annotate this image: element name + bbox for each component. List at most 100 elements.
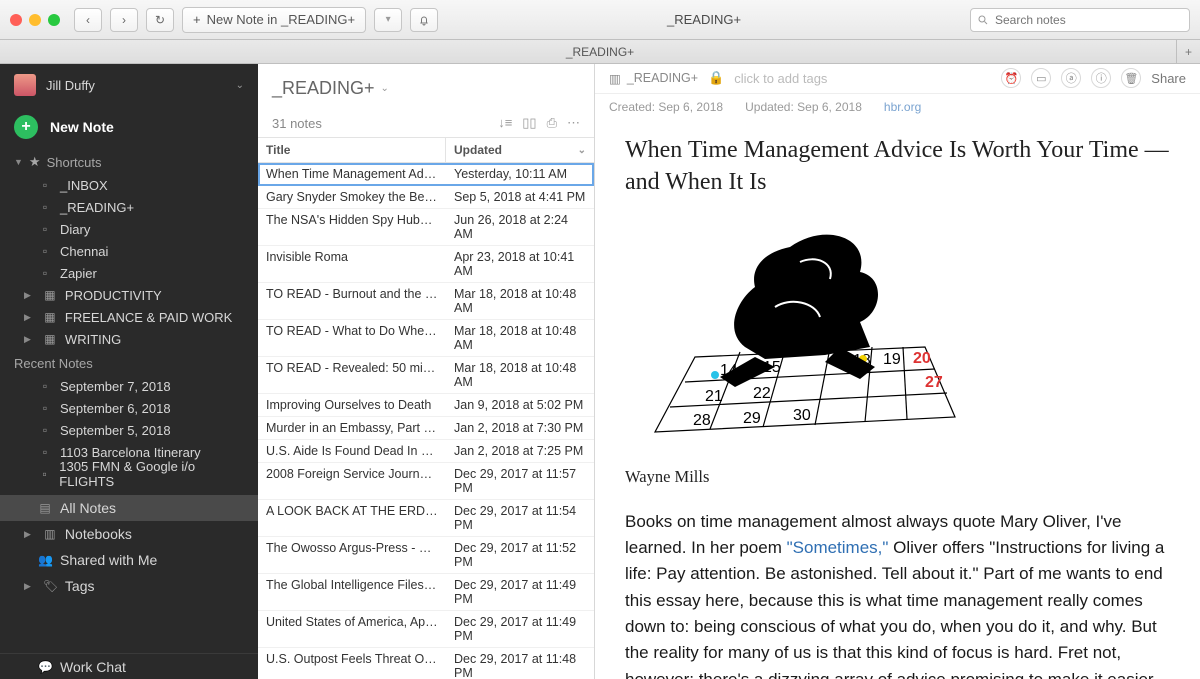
- recent-note-item[interactable]: ▫September 7, 2018: [0, 375, 258, 397]
- article-illustration: 1415181920212227282930: [625, 217, 965, 447]
- note-row[interactable]: A LOOK BACK AT THE ERDOS…Dec 29, 2017 at…: [258, 500, 594, 537]
- note-row[interactable]: U.S. Outpost Feels Threat Of Bu…Dec 29, …: [258, 648, 594, 679]
- new-note-dropdown[interactable]: ▾: [374, 8, 402, 32]
- stack-icon: ▦: [43, 310, 57, 324]
- notebook-crumb[interactable]: ▥ _READING+: [609, 71, 698, 86]
- shortcut-item[interactable]: ▫Diary: [0, 218, 258, 240]
- work-chat-label: Work Chat: [60, 659, 126, 675]
- recent-label: September 5, 2018: [60, 423, 171, 438]
- new-note-label: New Note in _READING+: [207, 12, 355, 27]
- col-title[interactable]: Title: [258, 138, 446, 162]
- filter-button[interactable]: ⎙: [547, 115, 557, 131]
- tags-input[interactable]: click to add tags: [734, 71, 827, 86]
- present-icon[interactable]: ▭: [1031, 68, 1051, 88]
- note-row[interactable]: The Global Intelligence Files - Re…Dec 2…: [258, 574, 594, 611]
- notebooks[interactable]: ▶ ▥ Notebooks: [0, 521, 258, 547]
- view-toggle-button[interactable]: ▯▯: [522, 115, 536, 131]
- shortcut-item[interactable]: ▫Zapier: [0, 262, 258, 284]
- active-tab[interactable]: _READING+: [566, 45, 634, 59]
- note-row[interactable]: The Owosso Argus-Press - Goog…Dec 29, 20…: [258, 537, 594, 574]
- notebook-title[interactable]: _READING+ ⌄: [272, 78, 580, 99]
- sort-button[interactable]: ↓≡: [498, 115, 512, 131]
- recent-note-item[interactable]: ▫September 6, 2018: [0, 397, 258, 419]
- note-title[interactable]: When Time Management Advice Is Worth You…: [625, 134, 1170, 199]
- close-window-button[interactable]: [10, 14, 22, 26]
- note-row-title: TO READ - Revealed: 50 million…: [258, 357, 446, 393]
- all-notes[interactable]: ▤ All Notes: [0, 495, 258, 521]
- shortcut-item[interactable]: ▶▦WRITING: [0, 328, 258, 350]
- svg-text:29: 29: [743, 410, 761, 427]
- notebook-crumb-label: _READING+: [627, 71, 698, 85]
- note-row-title: TO READ - What to Do When W…: [258, 320, 446, 356]
- note-row-updated: Dec 29, 2017 at 11:49 PM: [446, 574, 594, 610]
- shared-with-me[interactable]: 👥 Shared with Me: [0, 547, 258, 573]
- note-row[interactable]: Invisible RomaApr 23, 2018 at 10:41 AM: [258, 246, 594, 283]
- note-row[interactable]: TO READ - What to Do When W…Mar 18, 2018…: [258, 320, 594, 357]
- share-button[interactable]: Share: [1151, 71, 1186, 86]
- note-row-title: Murder in an Embassy, Part II - P…: [258, 417, 446, 439]
- note-row[interactable]: Improving Ourselves to DeathJan 9, 2018 …: [258, 394, 594, 417]
- note-row[interactable]: Murder in an Embassy, Part II - P…Jan 2,…: [258, 417, 594, 440]
- sync-button[interactable]: ↻: [146, 8, 174, 32]
- note-rows[interactable]: When Time Management Advice…Yesterday, 1…: [258, 163, 594, 679]
- note-row[interactable]: When Time Management Advice…Yesterday, 1…: [258, 163, 594, 186]
- note-row-title: Invisible Roma: [258, 246, 446, 282]
- reminder-icon[interactable]: ⏰: [1001, 68, 1021, 88]
- note-row[interactable]: The NSA's Hidden Spy Hubs In E…Jun 26, 2…: [258, 209, 594, 246]
- search-input[interactable]: [995, 13, 1183, 27]
- disclosure-triangle-icon: ▶: [24, 581, 31, 592]
- account-menu[interactable]: Jill Duffy ⌄: [0, 64, 258, 106]
- note-body[interactable]: When Time Management Advice Is Worth You…: [595, 124, 1200, 679]
- shortcut-item[interactable]: ▫_INBOX: [0, 174, 258, 196]
- recent-label: 1103 Barcelona Itinerary: [60, 445, 201, 460]
- note-row-updated: Mar 18, 2018 at 10:48 AM: [446, 357, 594, 393]
- info-icon[interactable]: ⓘ: [1091, 68, 1111, 88]
- note-icon: ▫: [38, 178, 52, 192]
- shortcut-label: Zapier: [60, 266, 97, 281]
- new-note-button[interactable]: + New Note in _READING+: [182, 7, 366, 33]
- people-icon: 👥: [38, 553, 52, 567]
- shared-label: Shared with Me: [60, 552, 157, 568]
- note-row[interactable]: U.S. Aide Is Found Dead In Emb…Jan 2, 20…: [258, 440, 594, 463]
- note-row[interactable]: 2008 Foreign Service Journal - E…Dec 29,…: [258, 463, 594, 500]
- svg-text:20: 20: [913, 350, 931, 367]
- col-updated[interactable]: Updated⌄: [446, 138, 594, 162]
- note-row-title: TO READ - Burnout and the Brain: [258, 283, 446, 319]
- disclosure-triangle-icon: ▶: [24, 334, 31, 345]
- shortcut-item[interactable]: ▫Chennai: [0, 240, 258, 262]
- trash-icon[interactable]: 🗑: [1121, 68, 1141, 88]
- recent-note-item[interactable]: ▫ September 5, 2018: [0, 419, 258, 441]
- minimize-window-button[interactable]: [29, 14, 41, 26]
- shortcut-label: Diary: [60, 222, 90, 237]
- more-options-button[interactable]: ⋯: [567, 115, 580, 131]
- search-box[interactable]: [970, 8, 1190, 32]
- note-row-updated: Mar 18, 2018 at 10:48 AM: [446, 283, 594, 319]
- annotate-icon[interactable]: ⓐ: [1061, 68, 1081, 88]
- forward-button[interactable]: ›: [110, 8, 138, 32]
- work-chat[interactable]: 💬 Work Chat: [0, 653, 258, 679]
- star-icon: ★: [29, 154, 41, 170]
- shortcut-item[interactable]: ▶▦PRODUCTIVITY: [0, 284, 258, 306]
- shortcut-item[interactable]: ▶▦FREELANCE & PAID WORK: [0, 306, 258, 328]
- note-row-updated: Apr 23, 2018 at 10:41 AM: [446, 246, 594, 282]
- note-icon: ▫: [38, 423, 52, 437]
- new-tab-button[interactable]: +: [1176, 40, 1200, 63]
- link-sometimes[interactable]: "Sometimes,": [787, 538, 889, 557]
- tags[interactable]: ▶ 🏷 Tags: [0, 573, 258, 599]
- shortcuts-label: Shortcuts: [47, 155, 102, 170]
- note-row[interactable]: Gary Snyder Smokey the Bear S…Sep 5, 201…: [258, 186, 594, 209]
- note-row[interactable]: TO READ - Revealed: 50 million…Mar 18, 2…: [258, 357, 594, 394]
- note-row[interactable]: TO READ - Burnout and the BrainMar 18, 2…: [258, 283, 594, 320]
- recent-note-item[interactable]: ▫1305 FMN & Google i/o FLIGHTS: [0, 463, 258, 485]
- shortcut-item[interactable]: ▫_READING+: [0, 196, 258, 218]
- note-row[interactable]: United States of America, Appell…Dec 29,…: [258, 611, 594, 648]
- reminders-button[interactable]: [410, 8, 438, 32]
- source-link[interactable]: hbr.org: [884, 100, 921, 114]
- zoom-window-button[interactable]: [48, 14, 60, 26]
- notebook-icon: ▥: [43, 527, 57, 541]
- back-button[interactable]: ‹: [74, 8, 102, 32]
- sidebar-new-note[interactable]: + New Note: [0, 106, 258, 148]
- disclosure-triangle-icon: ▶: [24, 290, 31, 301]
- svg-text:19: 19: [883, 351, 901, 368]
- shortcuts-header[interactable]: ▼ ★ Shortcuts: [0, 148, 258, 174]
